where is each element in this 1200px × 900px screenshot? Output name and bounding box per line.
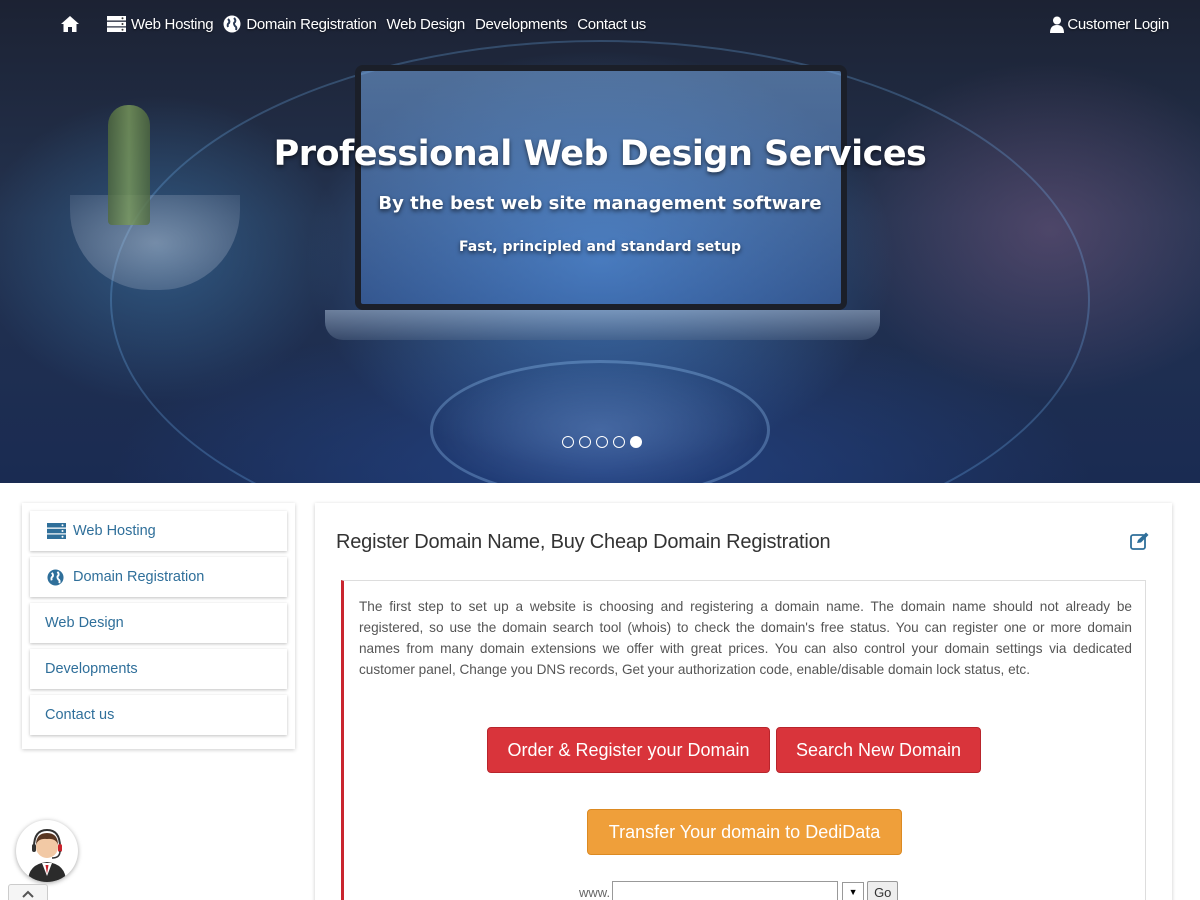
nav-domain-registration[interactable]: Domain Registration: [223, 15, 377, 33]
nav-developments[interactable]: Developments: [474, 15, 568, 33]
slider-dot-4[interactable]: [613, 436, 625, 448]
nav-contact-us-label: Contact us: [577, 15, 646, 33]
user-icon: [1050, 16, 1065, 33]
hero-laptop-screen: [355, 65, 847, 310]
slider-dot-3[interactable]: [596, 436, 608, 448]
nav-web-hosting-label: Web Hosting: [131, 15, 214, 33]
support-agent-icon: [28, 828, 66, 882]
globe-icon: [47, 568, 67, 586]
tld-select[interactable]: ▼: [842, 882, 865, 900]
customer-login-label: Customer Login: [1067, 15, 1169, 33]
sidebar-item-label: Contact us: [45, 707, 115, 723]
page-title: Register Domain Name, Buy Cheap Domain R…: [336, 531, 831, 553]
hero-slider: Professional Web Design Services By the …: [0, 0, 1200, 483]
nav-web-design[interactable]: Web Design: [386, 15, 466, 33]
top-nav: Web Hosting Domain Registration Web Desi…: [60, 12, 656, 36]
nav-home[interactable]: [60, 15, 85, 33]
server-icon: [47, 523, 67, 539]
nav-developments-label: Developments: [474, 15, 568, 33]
hero-title: Professional Web Design Services: [273, 134, 927, 174]
sidebar-item-domain-registration[interactable]: Domain Registration: [30, 557, 287, 597]
main-panel: Register Domain Name, Buy Cheap Domain R…: [315, 503, 1172, 900]
home-icon: [61, 16, 79, 32]
globe-icon: [223, 15, 241, 33]
customer-login-link[interactable]: Customer Login: [1050, 12, 1169, 36]
search-new-domain-button[interactable]: Search New Domain: [776, 727, 981, 773]
sidebar-item-developments[interactable]: Developments: [30, 649, 287, 689]
hero-tagline: Fast, principled and standard setup: [459, 239, 741, 255]
sidebar-item-label: Domain Registration: [73, 569, 205, 585]
server-icon: [107, 16, 126, 32]
sidebar-item-label: Web Design: [45, 615, 124, 631]
order-register-domain-button[interactable]: Order & Register your Domain: [487, 727, 770, 773]
chevron-up-icon: [22, 890, 34, 898]
slider-dot-2[interactable]: [579, 436, 591, 448]
sidebar-item-web-hosting[interactable]: Web Hosting: [30, 511, 287, 551]
whois-prefix: www.: [579, 884, 611, 900]
transfer-domain-button[interactable]: Transfer Your domain to DediData: [587, 809, 902, 855]
whois-go-button[interactable]: Go: [867, 881, 899, 900]
slider-dot-1[interactable]: [562, 436, 574, 448]
domain-description: The first step to set up a website is ch…: [359, 599, 1132, 677]
domain-info-box: The first step to set up a website is ch…: [341, 580, 1146, 900]
whois-domain-input[interactable]: [612, 881, 839, 900]
nav-web-hosting[interactable]: Web Hosting: [107, 15, 214, 33]
sidebar-item-label: Developments: [45, 661, 138, 677]
slider-dot-5[interactable]: [630, 436, 642, 448]
nav-domain-registration-label: Domain Registration: [246, 15, 377, 33]
live-support-button[interactable]: [16, 820, 78, 882]
nav-web-design-label: Web Design: [386, 15, 466, 33]
edit-icon[interactable]: [1130, 532, 1150, 555]
slider-dots: [562, 436, 642, 448]
whois-form: www. ▼ Go: [579, 881, 899, 900]
sidebar-item-web-design[interactable]: Web Design: [30, 603, 287, 643]
nav-contact-us[interactable]: Contact us: [577, 16, 646, 33]
hero-subtitle: By the best web site management software: [378, 193, 822, 214]
hero-laptop-base: [325, 310, 880, 340]
sidebar-item-contact-us[interactable]: Contact us: [30, 695, 287, 735]
sidebar: Web Hosting Domain Registration Web Desi…: [22, 503, 295, 749]
sidebar-item-label: Web Hosting: [73, 523, 156, 539]
scroll-to-top-button[interactable]: [8, 884, 48, 900]
chevron-down-icon: ▼: [848, 887, 858, 897]
